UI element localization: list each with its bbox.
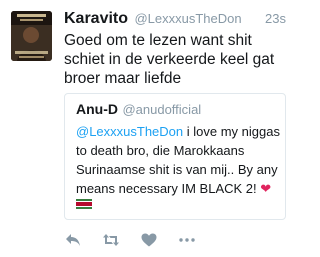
quoted-author-handle: @anudofficial [122,102,202,117]
suriname-flag-icon [76,199,92,209]
quoted-tweet-text: @LexxxusTheDon i love my niggas to death… [76,122,282,198]
tweet: Karavito @LexxxusTheDon 23s Goed om te l… [0,0,300,257]
retweet-icon[interactable] [102,231,120,249]
reply-icon[interactable] [64,231,82,249]
quoted-tweet-header: Anu-D @anudofficial [76,101,201,119]
heart-icon[interactable] [140,231,158,249]
tweet-actions [64,231,216,249]
author-avatar[interactable] [11,11,52,61]
quoted-author-name: Anu-D [76,101,118,117]
tweet-timestamp[interactable]: 23s [265,11,286,26]
quoted-tweet[interactable]: Anu-D @anudofficial @LexxxusTheDon i lov… [64,93,286,220]
tweet-text: Goed om te lezen want shit schiet in de … [64,32,275,87]
more-icon[interactable] [178,231,196,249]
red-heart-emoji: ❤ [260,181,272,196]
tweet-header: Karavito @LexxxusTheDon 23s [64,10,286,30]
quoted-mention-link[interactable]: @LexxxusTheDon [76,124,183,139]
author-name[interactable]: Karavito [64,10,128,27]
author-handle[interactable]: @LexxxusTheDon [134,11,241,26]
